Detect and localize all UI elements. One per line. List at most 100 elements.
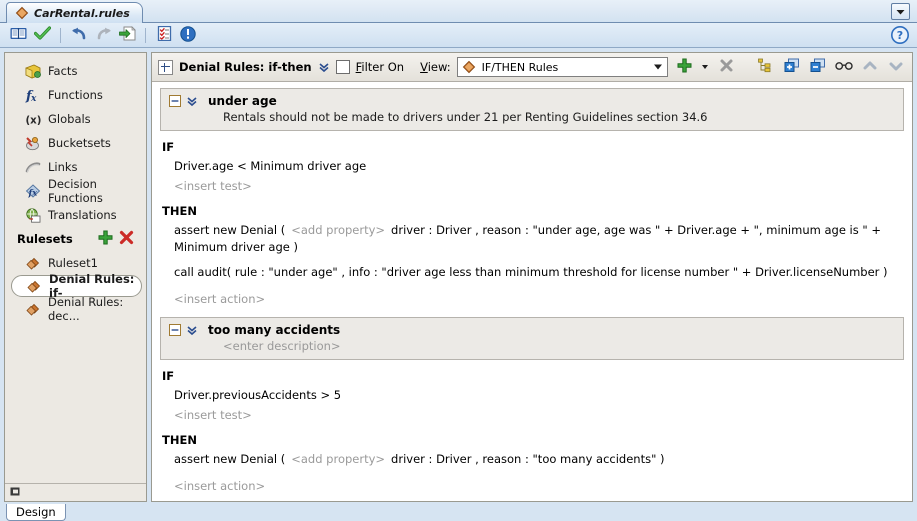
navigator-footer (5, 483, 146, 501)
add-rule-dropdown[interactable] (700, 57, 710, 77)
rule-header-under-age: under age Rentals should not be made to … (160, 88, 904, 131)
minus-box-icon[interactable] (169, 324, 181, 336)
insert-test-placeholder[interactable]: <insert test> (174, 178, 904, 195)
dictionary-button[interactable] (8, 25, 28, 45)
main-toolbar: ? (0, 23, 917, 48)
add-property-placeholder[interactable]: <add property> (291, 452, 385, 466)
rule-header-too-many-accidents: too many accidents <enter description> (160, 317, 904, 360)
collapse-panel-icon[interactable] (10, 487, 20, 499)
rules-editor-panel: Denial Rules: if-then Filter On View: IF… (151, 52, 913, 502)
expand-plus-box-icon[interactable] (158, 59, 173, 75)
export-button[interactable] (117, 25, 137, 45)
delete-rule-button[interactable] (716, 57, 736, 77)
sidebar-item-links[interactable]: Links (5, 155, 146, 179)
chevron-down-icon (896, 5, 905, 18)
insert-action-placeholder[interactable]: <insert action> (174, 291, 904, 308)
add-ruleset-button[interactable] (98, 230, 113, 248)
green-plus-icon (98, 230, 113, 248)
rules-diamond-icon (15, 6, 29, 20)
rulesets-header: Rulesets (5, 227, 146, 251)
rule-name[interactable]: too many accidents (208, 323, 341, 337)
collapse-all-icon (810, 58, 826, 76)
ruleset-diamond-icon (25, 301, 41, 317)
svg-text:fx: fx (28, 188, 39, 198)
show-advanced-button[interactable] (834, 57, 854, 77)
delete-ruleset-button[interactable] (119, 230, 134, 248)
rule-test[interactable]: Driver.age < Minimum driver age (174, 158, 904, 175)
tab-list-dropdown-button[interactable] (891, 3, 910, 20)
rule-action[interactable]: assert new Denial (<add property> driver … (174, 451, 904, 468)
help-question-icon: ? (891, 26, 909, 47)
sidebar-item-translations[interactable]: Translations (5, 203, 146, 227)
rules-navigator-panel: Facts f x Functions (x) Globals Bucketse… (4, 52, 147, 502)
then-keyword: THEN (162, 433, 197, 447)
insert-test-placeholder[interactable]: <insert test> (174, 407, 904, 424)
bucketsets-icon (25, 135, 41, 151)
links-icon (25, 159, 41, 175)
filter-on-label: Filter On (355, 60, 405, 74)
toolbar-separator-2 (145, 27, 146, 43)
facts-icon (25, 63, 41, 79)
sidebar-item-label: Links (48, 160, 78, 174)
double-chevron-down-icon[interactable] (186, 324, 198, 336)
sidebar-item-facts[interactable]: Facts (5, 59, 146, 83)
sidebar-item-label: Translations (48, 208, 117, 222)
sidebar-item-label: Facts (48, 64, 78, 78)
sidebar-item-functions[interactable]: f x Functions (5, 83, 146, 107)
expand-all-button[interactable] (782, 57, 802, 77)
sidebar-item-decision-functions[interactable]: fx Decision Functions (5, 177, 146, 205)
action-text: assert new Denial ( (174, 223, 286, 237)
add-property-placeholder[interactable]: <add property> (291, 223, 385, 237)
rule-name[interactable]: under age (208, 94, 708, 108)
rule-action[interactable]: call audit( rule : "under age" , info : … (174, 264, 904, 281)
navigator-list: Facts f x Functions (x) Globals Bucketse… (5, 53, 146, 483)
tree-view-button[interactable] (756, 57, 776, 77)
ruleset-toolbar: Denial Rules: if-then Filter On View: IF… (152, 53, 912, 82)
svg-text:(x): (x) (25, 115, 41, 126)
add-rule-button[interactable] (674, 57, 694, 77)
ruleset-title: Denial Rules: if-then (179, 60, 312, 74)
rule-action[interactable]: assert new Denial (<add property> driver … (174, 222, 904, 256)
sidebar-item-bucketsets[interactable]: Bucketsets (5, 131, 146, 155)
sidebar-ruleset-label: Ruleset1 (48, 256, 98, 270)
tab-design[interactable]: Design (6, 504, 66, 521)
rule-description[interactable]: Rentals should not be made to drivers un… (208, 110, 708, 124)
view-select[interactable]: IF/THEN Rules (456, 57, 668, 77)
rules-editor-window: CarRental.rules ? Facts f x Functions (x… (0, 0, 917, 521)
svg-text:x: x (30, 94, 37, 103)
view-label: View: (420, 60, 451, 74)
svg-text:?: ? (897, 29, 903, 42)
rule-description[interactable]: <enter description> (208, 339, 341, 353)
editor-body: Facts f x Functions (x) Globals Bucketse… (0, 48, 917, 502)
then-keyword: THEN (162, 204, 197, 218)
tasks-button[interactable] (154, 25, 174, 45)
sidebar-item-globals[interactable]: (x) Globals (5, 107, 146, 131)
insert-action-placeholder[interactable]: <insert action> (174, 478, 904, 495)
if-keyword: IF (162, 140, 175, 154)
help-button[interactable]: ? (891, 26, 909, 47)
double-chevron-down-icon[interactable] (318, 61, 330, 73)
translations-icon (25, 207, 41, 223)
double-chevron-down-icon[interactable] (186, 95, 198, 107)
functions-fx-icon: f x (25, 87, 41, 103)
tree-structure-icon (758, 58, 774, 76)
sidebar-ruleset-denial-rules-dec[interactable]: Denial Rules: dec... (5, 295, 146, 323)
document-tab-carrental-rules[interactable]: CarRental.rules (6, 2, 143, 23)
minus-box-icon[interactable] (169, 95, 181, 107)
redo-icon (95, 26, 112, 44)
info-icon (180, 25, 196, 45)
move-up-button[interactable] (860, 57, 880, 77)
validate-button[interactable] (32, 25, 52, 45)
info-button[interactable] (178, 25, 198, 45)
sidebar-ruleset-denial-rules-if-then[interactable]: Denial Rules: if- (11, 272, 142, 300)
check-icon (33, 26, 51, 44)
move-down-button[interactable] (886, 57, 906, 77)
gray-x-icon (719, 58, 734, 76)
filter-on-checkbox[interactable] (335, 60, 350, 74)
collapse-all-button[interactable] (808, 57, 828, 77)
redo-button[interactable] (93, 25, 113, 45)
undo-button[interactable] (69, 25, 89, 45)
rule-test[interactable]: Driver.previousAccidents > 5 (174, 387, 904, 404)
arrow-up-icon (863, 60, 877, 75)
glasses-icon (835, 60, 853, 75)
